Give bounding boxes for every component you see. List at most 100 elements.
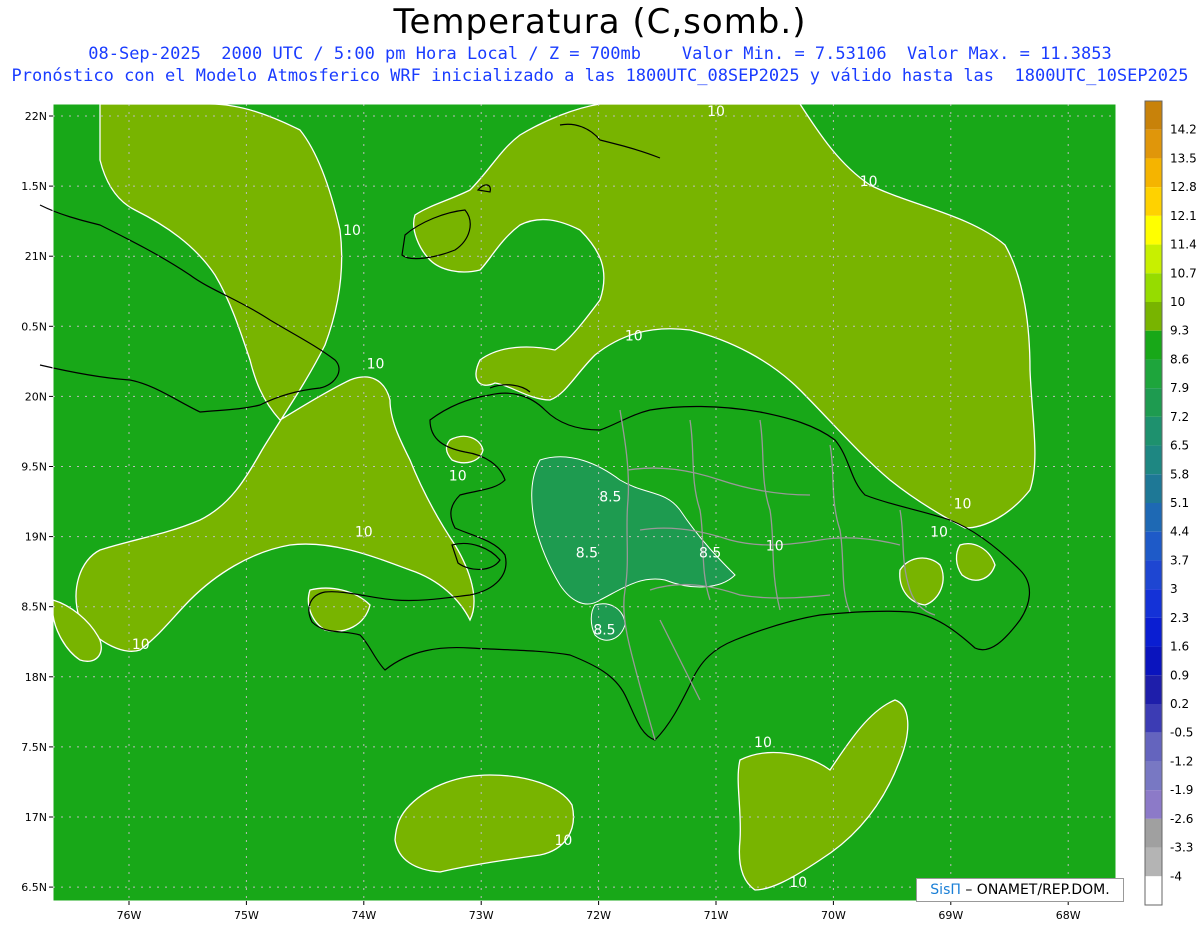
colorbar-swatch <box>1145 646 1162 676</box>
lat-tick-label: 20N <box>25 390 47 403</box>
colorbar-swatch <box>1145 617 1162 647</box>
colorbar-label: -0.5 <box>1170 726 1193 740</box>
credit-brand: SisΠ <box>930 882 961 898</box>
contour-label: 10 <box>625 328 643 344</box>
lat-tick-label: 8.5N <box>21 601 47 614</box>
colorbar-label: 5.1 <box>1170 496 1189 510</box>
contour-label: 8.5 <box>593 623 615 639</box>
colorbar-label: 14.2 <box>1170 123 1197 137</box>
colorbar-swatch <box>1145 302 1162 331</box>
colorbar-swatch <box>1145 876 1162 905</box>
colorbar-swatch <box>1145 732 1162 762</box>
lat-tick-label: 1.5N <box>21 180 47 193</box>
colorbar-swatch <box>1145 531 1162 561</box>
colorbar-label: -3.3 <box>1170 841 1193 855</box>
lon-tick-label: 75W <box>234 909 259 922</box>
lat-tick-label: 6.5N <box>21 881 47 894</box>
colorbar-label: -2.6 <box>1170 812 1193 826</box>
longitude-axis: 76W 75W 74W 73W 72W 71W 70W 69W 68W <box>117 901 1081 922</box>
colorbar-label: 9.3 <box>1170 324 1189 338</box>
colorbar-label: 2.3 <box>1170 611 1189 625</box>
lat-tick-label: 19N <box>25 531 47 544</box>
colorbar-swatch <box>1145 330 1162 360</box>
colorbar-swatch <box>1145 474 1162 503</box>
colorbar-swatch <box>1145 847 1162 877</box>
colorbar-label: 3 <box>1170 582 1178 596</box>
colorbar-swatch <box>1145 273 1162 302</box>
colorbar-label: 6.5 <box>1170 439 1189 453</box>
colorbar-swatch <box>1145 445 1162 475</box>
lat-tick-label: 7.5N <box>21 741 47 754</box>
contour-label: 10 <box>754 735 772 751</box>
contour-label: 10 <box>367 356 385 372</box>
contour-label: 10 <box>132 637 150 653</box>
lat-tick-label: 18N <box>25 671 47 684</box>
colorbar: 14.2 13.5 12.8 12.1 11.4 10.7 10 9.3 8.6 7.9 7.2 6.… <box>1144 100 1197 906</box>
contour-label: 8.5 <box>599 490 621 506</box>
colorbar-label: 13.5 <box>1170 151 1197 165</box>
colorbar-label: 10 <box>1170 295 1185 309</box>
colorbar-swatch <box>1145 503 1162 532</box>
colorbar-label: 0.2 <box>1170 697 1189 711</box>
lon-tick-label: 70W <box>821 909 846 922</box>
contour-label: 10 <box>707 104 725 120</box>
colorbar-swatch <box>1145 818 1162 848</box>
contour-label: 10 <box>355 525 373 541</box>
contour-label: 10 <box>554 833 572 849</box>
contour-label: 10 <box>860 174 878 190</box>
colorbar-swatch <box>1145 416 1162 446</box>
colorbar-swatch <box>1145 589 1162 618</box>
contour-label: 10 <box>954 497 972 513</box>
credit-box: SisΠ – ONAMET/REP.DOM. <box>916 878 1124 902</box>
colorbar-label: -1.9 <box>1170 783 1193 797</box>
colorbar-label: -4 <box>1170 869 1182 883</box>
credit-text: – ONAMET/REP.DOM. <box>965 882 1110 898</box>
colorbar-swatch <box>1145 761 1162 791</box>
colorbar-swatch <box>1145 790 1162 819</box>
contour-label: 10 <box>930 525 948 541</box>
lon-tick-label: 68W <box>1056 909 1081 922</box>
colorbar-label: 5.8 <box>1170 467 1189 481</box>
contour-label: 10 <box>766 539 784 555</box>
colorbar-label: 7.9 <box>1170 381 1189 395</box>
lat-tick-label: 22N <box>25 110 47 123</box>
lat-tick-label: 17N <box>25 811 47 824</box>
lon-tick-label: 71W <box>704 909 729 922</box>
lon-tick-label: 72W <box>586 909 611 922</box>
lon-tick-label: 76W <box>117 909 142 922</box>
latitude-axis: 22N 1.5N 21N 0.5N 20N 9.5N 19N 8.5N 18N 7.5N 17N 6.… <box>21 110 53 894</box>
lon-tick-label: 74W <box>351 909 376 922</box>
colorbar-swatch <box>1145 158 1162 188</box>
colorbar-swatch <box>1145 704 1162 733</box>
colorbar-label: 1.6 <box>1170 640 1189 654</box>
colorbar-label: 10.7 <box>1170 266 1197 280</box>
lon-tick-label: 69W <box>938 909 963 922</box>
colorbar-swatch <box>1145 129 1162 159</box>
colorbar-label: 4.4 <box>1170 525 1189 539</box>
contour-label: 10 <box>343 223 361 239</box>
colorbar-label: 11.4 <box>1170 238 1197 252</box>
colorbar-label: 12.8 <box>1170 180 1197 194</box>
colorbar-label: 3.7 <box>1170 553 1189 567</box>
warm-region-haiti-west <box>445 435 484 464</box>
lat-tick-label: 9.5N <box>21 461 47 474</box>
lat-tick-label: 21N <box>25 250 47 263</box>
lat-tick-label: 0.5N <box>21 320 47 333</box>
colorbar-swatch <box>1145 359 1162 389</box>
contour-label: 10 <box>789 875 807 891</box>
colorbar-label: 0.9 <box>1170 668 1189 682</box>
colorbar-label: -1.2 <box>1170 754 1193 768</box>
lon-tick-label: 73W <box>469 909 494 922</box>
colorbar-label: 12.1 <box>1170 209 1197 223</box>
contour-label: 10 <box>449 469 467 485</box>
temperature-map: 10 10 10 10 10 10 10 10 10 10 10 10 10 10 8.5 8.5 8.5 8.5… <box>21 100 1197 922</box>
contour-label: 8.5 <box>699 546 721 562</box>
contour-label: 8.5 <box>576 546 598 562</box>
colorbar-swatch <box>1145 215 1162 245</box>
colorbar-swatch <box>1145 244 1162 274</box>
colorbar-label: 7.2 <box>1170 410 1189 424</box>
colorbar-swatch <box>1145 187 1162 216</box>
colorbar-swatch <box>1145 388 1162 417</box>
colorbar-swatch <box>1145 560 1162 590</box>
colorbar-label: 8.6 <box>1170 352 1189 366</box>
